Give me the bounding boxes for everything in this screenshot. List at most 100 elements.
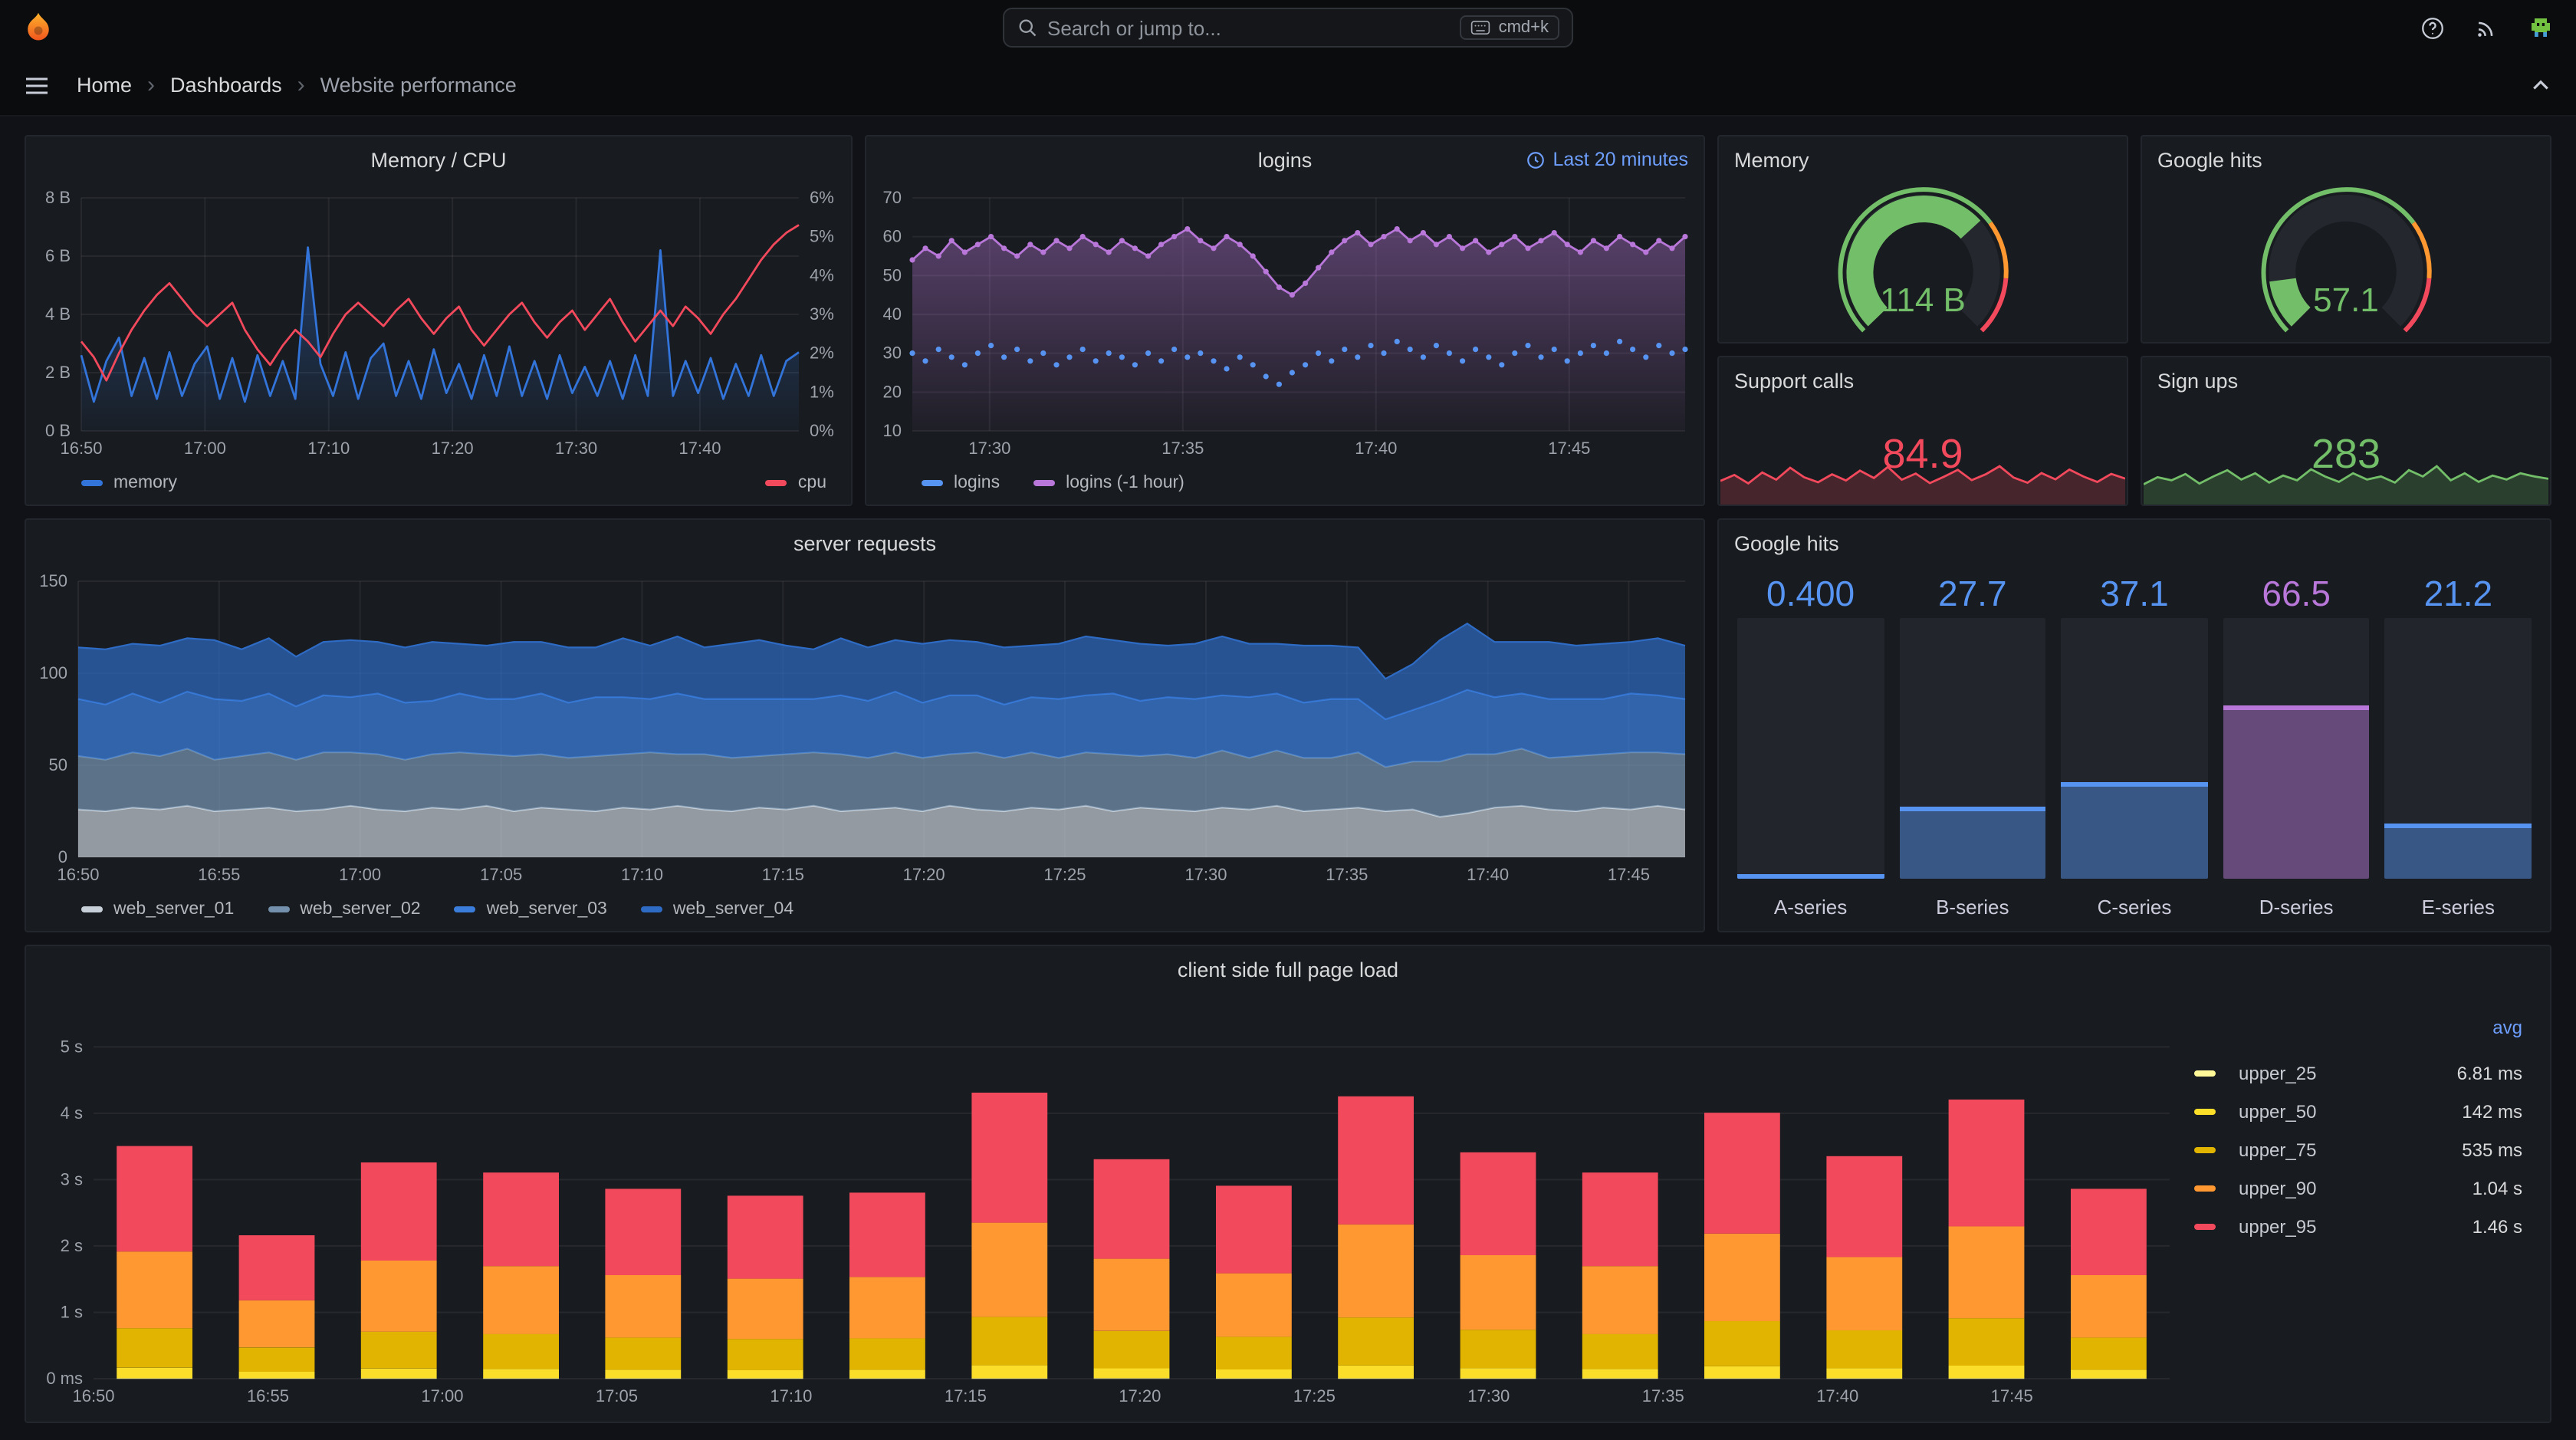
bar-label: D-series xyxy=(2259,896,2334,919)
svg-text:17:45: 17:45 xyxy=(1548,439,1590,458)
bar-gauge-column-e-series[interactable]: 21.2 E-series xyxy=(2384,569,2532,919)
grafana-logo[interactable] xyxy=(21,11,55,44)
svg-text:17:15: 17:15 xyxy=(762,865,804,884)
legend-row-upper-90[interactable]: upper_90 1.04 s xyxy=(2194,1169,2522,1207)
memory-cpu-chart[interactable]: 0 B 2 B 4 B 6 B 8 B 0% 1% 2% 3% 4% 5% 6% 16:50 17:00 1… xyxy=(26,182,851,465)
breadcrumb-dashboards[interactable]: Dashboards xyxy=(170,74,282,97)
svg-text:17:25: 17:25 xyxy=(1043,865,1086,884)
panel-title[interactable]: Google hits xyxy=(2157,148,2262,171)
svg-text:50: 50 xyxy=(883,265,902,284)
svg-text:70: 70 xyxy=(883,188,902,207)
bar-gauge-column-b-series[interactable]: 27.7 B-series xyxy=(1899,569,2046,919)
svg-text:17:40: 17:40 xyxy=(1467,865,1509,884)
panel-header: Sign ups xyxy=(2142,357,2550,403)
panel-title[interactable]: logins xyxy=(1258,148,1313,171)
legend-row-upper-50[interactable]: upper_50 142 ms xyxy=(2194,1092,2522,1130)
legend-item-memory[interactable]: memory xyxy=(81,474,177,492)
legend-row-upper-75[interactable]: upper_75 535 ms xyxy=(2194,1130,2522,1169)
breadcrumb-separator: › xyxy=(147,72,156,98)
logins-chart[interactable]: 10 20 30 40 50 60 70 17:30 17:35 17:40 17:45 xyxy=(866,182,1704,465)
panel-logins: logins Last 20 minutes 10 20 30 40 50 60 70 17:… xyxy=(865,135,1705,506)
server-requests-chart[interactable]: 0 50 100 150 16:50 16:55 17:00 17:05 17:10 17:15 1… xyxy=(26,566,1704,891)
legend-label: web_server_01 xyxy=(113,900,235,919)
sign-ups-stat: 283 xyxy=(2142,403,2550,505)
legend-item-cpu[interactable]: cpu xyxy=(765,474,826,492)
server-requests-legend: web_server_01 web_server_02 web_server_0… xyxy=(26,891,1704,931)
avatar[interactable] xyxy=(2527,14,2555,41)
keyboard-icon xyxy=(1471,21,1490,35)
grafana-app: cmd+k Home › Dashboards › Website perfor… xyxy=(0,0,2576,1440)
legend-avg-value: 142 ms xyxy=(2462,1100,2522,1122)
svg-text:17:30: 17:30 xyxy=(555,439,597,458)
legend-avg-value: 6.81 ms xyxy=(2456,1062,2522,1083)
panel-title[interactable]: client side full page load xyxy=(1178,958,1398,981)
svg-text:17:20: 17:20 xyxy=(432,439,474,458)
legend-item-web-server-03[interactable]: web_server_03 xyxy=(454,900,607,919)
legend-item-web-server-04[interactable]: web_server_04 xyxy=(640,900,794,919)
collapse-chevron-icon[interactable] xyxy=(2530,74,2551,96)
client-load-chart[interactable]: 0 ms 1 s 2 s 3 s 4 s 5 s 16:50 16:55 17:00 17:05 1… xyxy=(26,992,2182,1422)
search-box[interactable]: cmd+k xyxy=(1003,8,1573,48)
search-input[interactable] xyxy=(1047,9,1451,46)
bar-gauge-column-c-series[interactable]: 37.1 C-series xyxy=(2061,569,2208,919)
breadcrumb-current: Website performance xyxy=(320,74,517,97)
breadcrumb-home[interactable]: Home xyxy=(77,74,132,97)
panel-title[interactable]: Support calls xyxy=(1734,369,1854,392)
panel-support-calls: Support calls 84.9 xyxy=(1717,356,2128,506)
panel-header: client side full page load xyxy=(26,946,2550,992)
legend-marker xyxy=(2194,1146,2216,1152)
legend-item-logins[interactable]: logins xyxy=(922,474,1000,492)
bar-gauge-column-d-series[interactable]: 66.5 D-series xyxy=(2223,569,2370,919)
bar-label: B-series xyxy=(1936,896,2009,919)
svg-text:40: 40 xyxy=(883,304,902,324)
bar-fill xyxy=(1899,806,2046,879)
legend-row-upper-95[interactable]: upper_95 1.46 s xyxy=(2194,1207,2522,1245)
panel-header: server requests xyxy=(26,520,1704,566)
help-icon[interactable] xyxy=(2420,15,2446,41)
svg-text:4 s: 4 s xyxy=(61,1103,83,1123)
legend-item-web-server-02[interactable]: web_server_02 xyxy=(268,900,421,919)
top-nav-bar: cmd+k xyxy=(0,0,2576,55)
svg-text:17:40: 17:40 xyxy=(1816,1386,1858,1405)
svg-text:57.1: 57.1 xyxy=(2313,281,2379,319)
bar-fill xyxy=(1737,874,1884,879)
shortcut-label: cmd+k xyxy=(1498,18,1549,37)
panel-header: Memory / CPU xyxy=(26,136,851,182)
legend-item-web-server-01[interactable]: web_server_01 xyxy=(81,900,234,919)
panel-header: logins Last 20 minutes xyxy=(866,136,1704,182)
svg-text:1%: 1% xyxy=(810,382,834,401)
svg-text:4%: 4% xyxy=(810,265,834,284)
legend-label: memory xyxy=(113,474,178,492)
legend-row-upper-25[interactable]: upper_25 6.81 ms xyxy=(2194,1054,2522,1092)
legend-label: web_server_04 xyxy=(672,900,794,919)
panel-title[interactable]: Memory / CPU xyxy=(370,148,506,171)
panel-title[interactable]: Google hits xyxy=(1734,531,1839,554)
panel-client-page-load: client side full page load 0 ms 1 s 2 s 3 s… xyxy=(25,945,2551,1423)
bar-value: 66.5 xyxy=(2262,573,2331,613)
svg-text:17:25: 17:25 xyxy=(1293,1386,1336,1405)
svg-text:16:55: 16:55 xyxy=(198,865,240,884)
svg-text:17:20: 17:20 xyxy=(903,865,945,884)
panel-title[interactable]: Sign ups xyxy=(2157,369,2238,392)
nav-actions xyxy=(2420,14,2555,41)
bar-value: 21.2 xyxy=(2423,573,2493,613)
svg-text:50: 50 xyxy=(49,755,67,774)
bar-gauge-column-a-series[interactable]: 0.400 A-series xyxy=(1737,569,1884,919)
news-icon[interactable] xyxy=(2473,15,2499,41)
legend-avg-header[interactable]: avg xyxy=(2194,1017,2522,1054)
legend-label: web_server_03 xyxy=(486,900,607,919)
svg-text:17:20: 17:20 xyxy=(1119,1386,1161,1405)
bar-track xyxy=(1899,618,2046,879)
legend-label: upper_25 xyxy=(2239,1062,2317,1083)
search-icon xyxy=(1019,19,1037,37)
support-calls-value: 84.9 xyxy=(1882,430,1963,476)
panel-title[interactable]: server requests xyxy=(794,531,936,554)
memory-cpu-legend: memory cpu xyxy=(26,465,851,505)
panel-title[interactable]: Memory xyxy=(1734,148,1809,171)
svg-text:0%: 0% xyxy=(810,421,834,440)
menu-toggle-icon[interactable] xyxy=(25,73,49,97)
legend-label: upper_75 xyxy=(2239,1139,2317,1160)
legend-item-logins-1-hour[interactable]: logins (-1 hour) xyxy=(1033,474,1184,492)
time-range-label[interactable]: Last 20 minutes xyxy=(1526,136,1688,182)
svg-text:60: 60 xyxy=(883,227,902,246)
